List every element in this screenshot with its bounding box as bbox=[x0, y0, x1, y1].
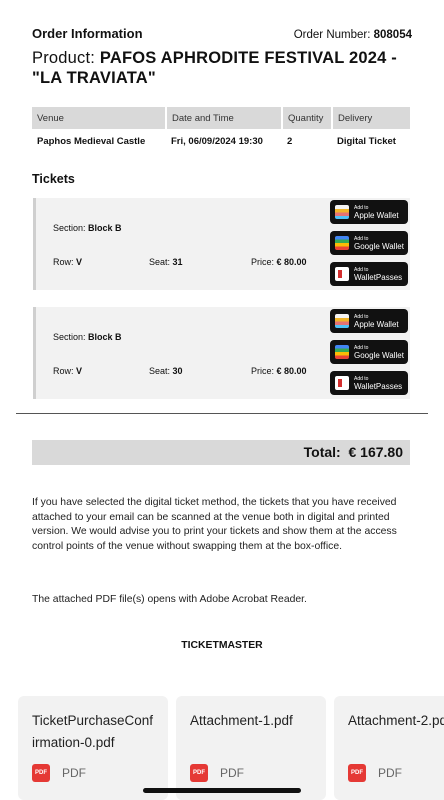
attachment-card[interactable]: Attachment-1.pdf PDF PDF bbox=[176, 696, 326, 800]
row-label: Row: bbox=[53, 366, 74, 376]
attachment-type-label: PDF bbox=[378, 766, 402, 780]
attachment-card[interactable]: Attachment-2.pdf PDF PDF bbox=[334, 696, 444, 800]
attachment-type: PDF PDF bbox=[190, 764, 244, 782]
total-value: € 167.80 bbox=[348, 444, 404, 460]
attachment-card[interactable]: TicketPurchaseConfirmation-0.pdf PDF PDF bbox=[18, 696, 168, 800]
section-label: Section: bbox=[53, 223, 86, 233]
attachment-filename: Attachment-2.pdf bbox=[348, 713, 444, 728]
ticket-card: Section: Block B Row: V Seat: 31 Price: … bbox=[33, 198, 410, 290]
order-header: Order Information Order Number: 808054 bbox=[32, 26, 412, 41]
wallet-label: WalletPasses bbox=[354, 382, 403, 391]
price-label: Price: bbox=[251, 366, 275, 376]
acrobat-note: The attached PDF file(s) opens with Adob… bbox=[32, 594, 307, 605]
attachment-type-label: PDF bbox=[220, 766, 244, 780]
info-table-header: Venue Date and Time Quantity Delivery bbox=[32, 107, 410, 129]
seat-label: Seat: bbox=[149, 257, 171, 267]
info-table-row: Paphos Medieval Castle Fri, 06/09/2024 1… bbox=[32, 129, 410, 153]
order-info-heading: Order Information bbox=[32, 26, 143, 41]
walletpasses-icon bbox=[335, 267, 349, 281]
home-indicator[interactable] bbox=[143, 788, 301, 793]
seat-label: Seat: bbox=[149, 366, 171, 376]
row-value: V bbox=[76, 257, 83, 267]
digital-ticket-note: If you have selected the digital ticket … bbox=[32, 497, 397, 552]
order-number-value: 808054 bbox=[373, 29, 412, 41]
add-to-google-wallet-button[interactable]: Add to Google Wallet bbox=[330, 231, 408, 255]
apple-wallet-icon bbox=[335, 205, 349, 219]
ticket-seat: Seat: 31 bbox=[149, 257, 183, 267]
google-wallet-icon bbox=[335, 236, 349, 250]
wallet-label: WalletPasses bbox=[354, 273, 403, 282]
wallet-label: Apple Wallet bbox=[354, 320, 399, 329]
wallet-label: Google Wallet bbox=[354, 351, 404, 360]
ticket-section: Section: Block B bbox=[53, 331, 123, 343]
datetime-value: Fri, 06/09/2024 19:30 bbox=[171, 135, 263, 147]
attachment-type: PDF PDF bbox=[348, 764, 402, 782]
venue-value: Paphos Medieval Castle bbox=[37, 135, 146, 147]
order-total: Total: € 167.80 bbox=[32, 440, 410, 465]
ticket-price: Price: € 80.00 bbox=[251, 257, 307, 267]
section-value: Block B bbox=[88, 332, 122, 342]
section-divider bbox=[16, 413, 428, 414]
ticket-edge bbox=[33, 198, 36, 290]
add-to-walletpasses-button[interactable]: Add to WalletPasses bbox=[330, 371, 408, 395]
pdf-icon: PDF bbox=[348, 764, 366, 782]
ticket-price: Price: € 80.00 bbox=[251, 366, 307, 376]
ticket-seat: Seat: 30 bbox=[149, 366, 183, 376]
price-label: Price: bbox=[251, 257, 275, 267]
attachment-filename: TicketPurchaseConfirmation-0.pdf bbox=[32, 713, 154, 750]
product-label: Product: bbox=[32, 49, 96, 67]
tickets-heading: Tickets bbox=[32, 172, 75, 186]
order-number: Order Number: 808054 bbox=[294, 29, 412, 41]
walletpasses-icon bbox=[335, 376, 349, 390]
attachment-filename: Attachment-1.pdf bbox=[190, 713, 293, 728]
total-label: Total: bbox=[303, 444, 341, 460]
pdf-icon: PDF bbox=[190, 764, 208, 782]
ticket-section: Section: Block B bbox=[53, 222, 123, 234]
row-value: V bbox=[76, 366, 83, 376]
add-to-google-wallet-button[interactable]: Add to Google Wallet bbox=[330, 340, 408, 364]
row-label: Row: bbox=[53, 257, 74, 267]
wallet-label: Google Wallet bbox=[354, 242, 404, 251]
wallet-label: Apple Wallet bbox=[354, 211, 399, 220]
attachment-type: PDF PDF bbox=[32, 764, 86, 782]
google-wallet-icon bbox=[335, 345, 349, 359]
order-info-table: Venue Date and Time Quantity Delivery Pa… bbox=[32, 107, 410, 153]
section-label: Section: bbox=[53, 332, 86, 342]
col-datetime: Date and Time bbox=[166, 107, 283, 129]
order-number-label: Order Number: bbox=[293, 29, 371, 41]
price-value: € 80.00 bbox=[276, 257, 307, 267]
add-to-walletpasses-button[interactable]: Add to WalletPasses bbox=[330, 262, 408, 286]
price-value: € 80.00 bbox=[276, 366, 307, 376]
attachment-type-label: PDF bbox=[62, 766, 86, 780]
ticket-row: Row: V bbox=[53, 366, 82, 376]
add-to-apple-wallet-button[interactable]: Add to Apple Wallet bbox=[330, 200, 408, 224]
quantity-value: 2 bbox=[287, 135, 293, 147]
ticket-edge bbox=[33, 307, 36, 399]
col-quantity: Quantity bbox=[282, 107, 333, 129]
footer-brand: TICKETMASTER bbox=[181, 640, 263, 651]
add-to-apple-wallet-button[interactable]: Add to Apple Wallet bbox=[330, 309, 408, 333]
product-title: Product: PAFOS APHRODITE FESTIVAL 2024 -… bbox=[32, 48, 422, 88]
apple-wallet-icon bbox=[335, 314, 349, 328]
ticket-row: Row: V bbox=[53, 257, 82, 267]
seat-value: 30 bbox=[172, 366, 183, 376]
col-delivery: Delivery bbox=[332, 107, 410, 129]
seat-value: 31 bbox=[172, 257, 183, 267]
section-value: Block B bbox=[88, 223, 122, 233]
ticket-card: Section: Block B Row: V Seat: 30 Price: … bbox=[33, 307, 410, 399]
pdf-icon: PDF bbox=[32, 764, 50, 782]
col-venue: Venue bbox=[32, 107, 167, 129]
delivery-value: Digital Ticket bbox=[337, 135, 396, 147]
